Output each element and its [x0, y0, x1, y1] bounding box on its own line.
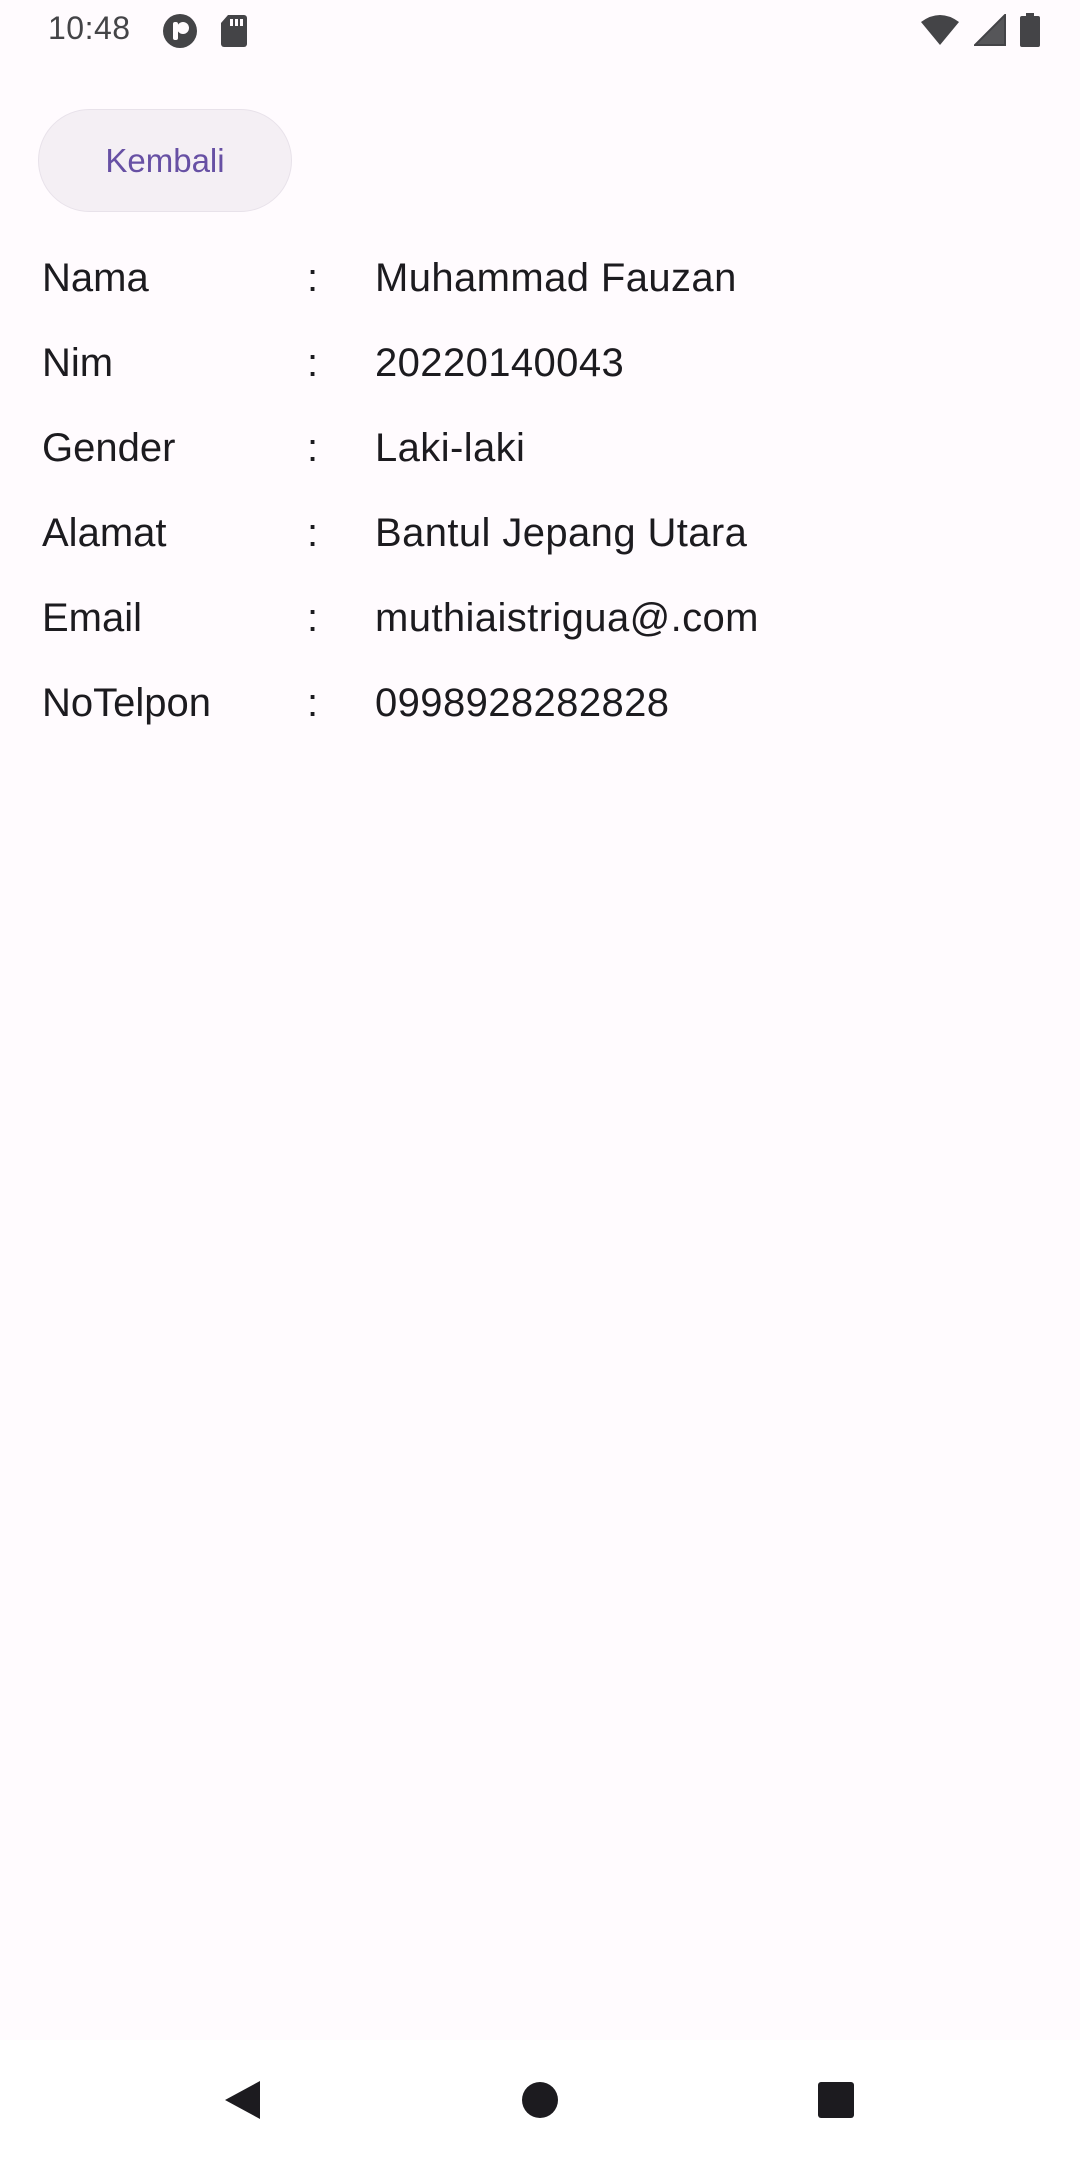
battery-icon [1020, 13, 1040, 47]
nav-back-button[interactable] [212, 2070, 272, 2130]
detail-value: muthiaistrigua@.com [375, 596, 759, 640]
recents-square-icon [816, 2080, 856, 2120]
detail-separator: : [307, 426, 319, 470]
system-nav-bar [0, 2040, 1080, 2160]
detail-label: Nama [42, 256, 149, 300]
detail-label: NoTelpon [42, 681, 212, 725]
detail-value: 20220140043 [375, 341, 625, 385]
detail-value: Laki-laki [375, 426, 526, 470]
student-details: Nama : Muhammad Fauzan Nim : 20220140043… [42, 236, 1042, 746]
status-time: 10:48 [48, 10, 131, 46]
detail-label: Gender [42, 426, 176, 470]
status-bar: 10:48 [0, 0, 1080, 62]
detail-value: Bantul Jepang Utara [375, 511, 748, 555]
home-circle-icon [520, 2080, 560, 2120]
detail-row-nim: Nim : 20220140043 [42, 321, 1042, 406]
app-notification-icon [162, 13, 198, 49]
detail-row-nama: Nama : Muhammad Fauzan [42, 236, 1042, 321]
sd-card-icon [220, 14, 248, 48]
status-right-icons [920, 13, 1040, 47]
back-triangle-icon [220, 2078, 264, 2122]
detail-row-gender: Gender : Laki-laki [42, 406, 1042, 491]
detail-separator: : [307, 511, 319, 555]
detail-separator: : [307, 681, 319, 725]
kembali-button-label: Kembali [105, 141, 225, 179]
detail-row-alamat: Alamat : Bantul Jepang Utara [42, 491, 1042, 576]
screen: 10:48 Kembali Nama: Muhammad Fauzan Nim… [0, 0, 1080, 2160]
nav-recents-button[interactable] [806, 2070, 866, 2130]
detail-label: Email [42, 596, 143, 640]
detail-row-notelpon: NoTelpon : 0998928282828 [42, 661, 1042, 746]
detail-label: Nim [42, 341, 114, 385]
detail-separator: : [307, 596, 319, 640]
detail-separator: : [307, 341, 319, 385]
detail-label: Alamat [42, 511, 167, 555]
detail-row-email: Email : muthiaistrigua@.com [42, 576, 1042, 661]
kembali-button[interactable]: Kembali [38, 109, 292, 212]
detail-value: 0998928282828 [375, 681, 670, 725]
nav-home-button[interactable] [510, 2070, 570, 2130]
cell-signal-icon [974, 14, 1006, 46]
wifi-icon [920, 14, 960, 46]
status-left-icons [162, 13, 248, 49]
detail-separator: : [307, 256, 319, 300]
detail-value: Muhammad Fauzan [375, 256, 737, 300]
